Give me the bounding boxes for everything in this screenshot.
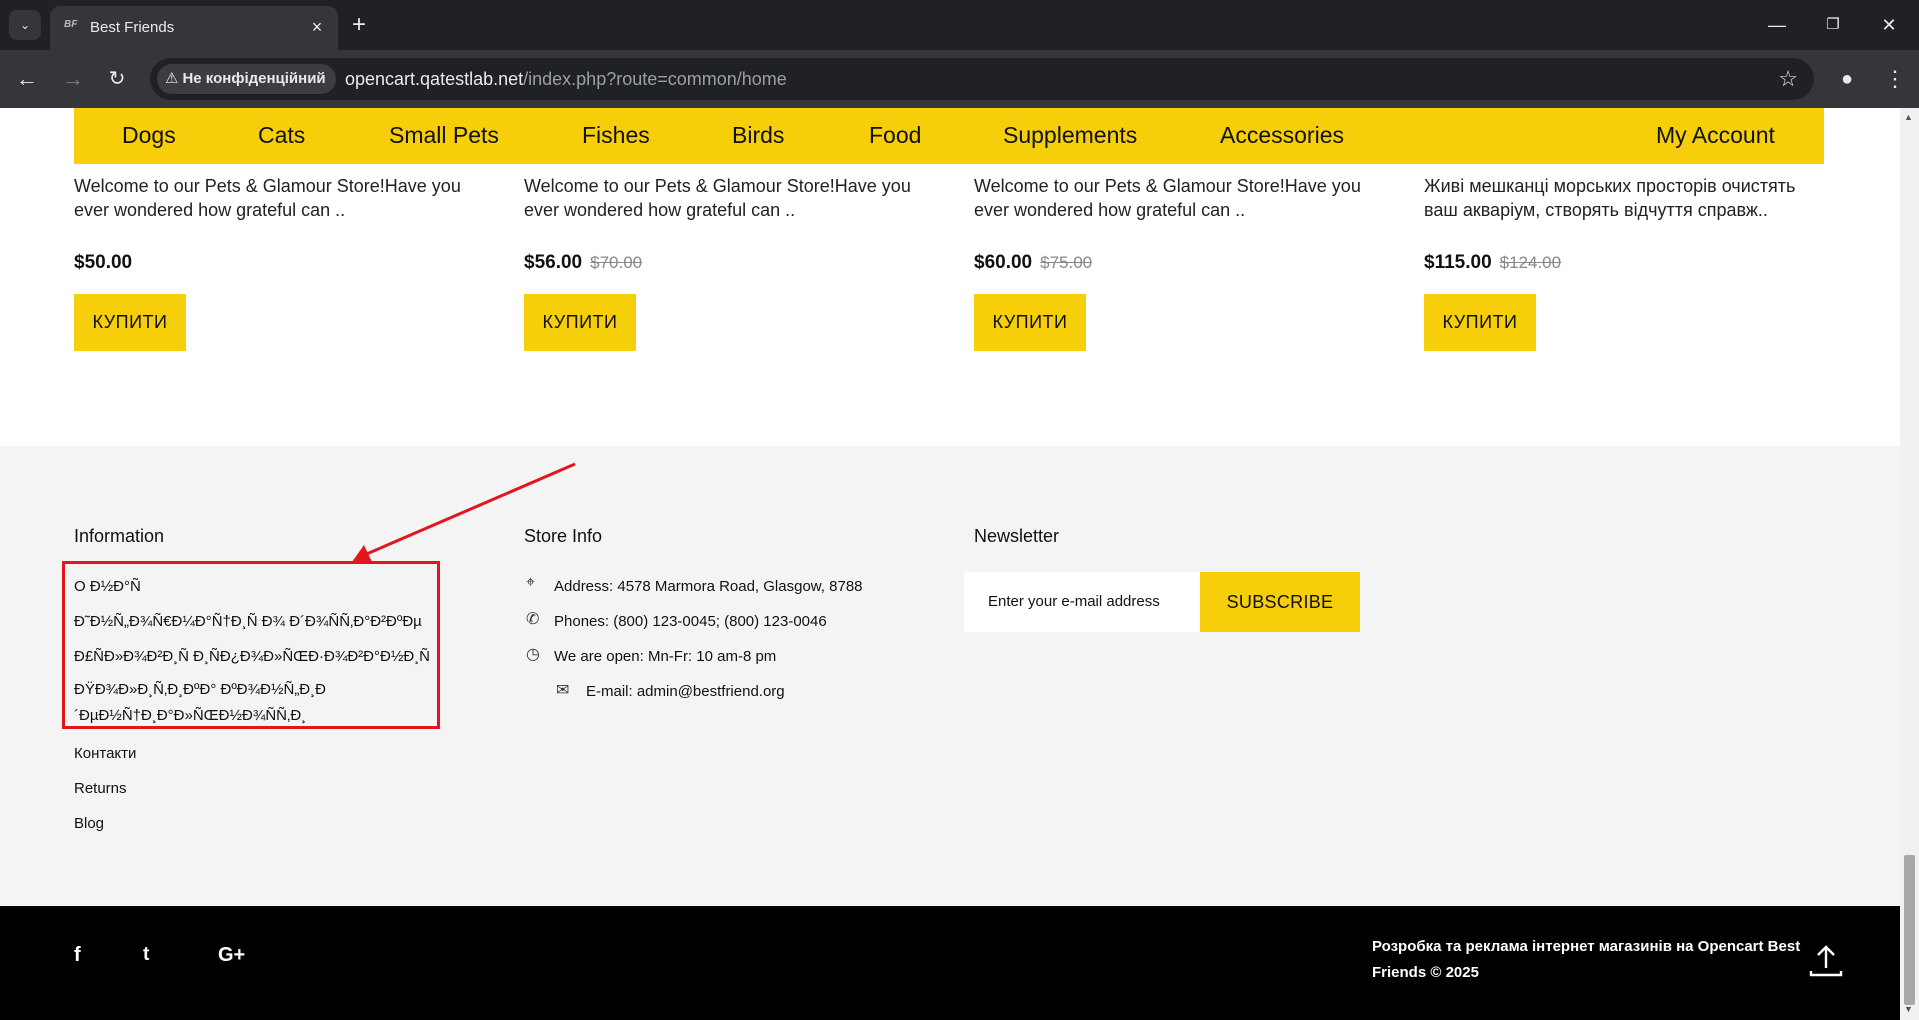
- main-navigation: Dogs Cats Small Pets Fishes Birds Food S…: [74, 108, 1824, 164]
- phone-icon: ✆: [526, 611, 540, 628]
- nav-supplements[interactable]: Supplements: [1003, 122, 1137, 149]
- bookmark-star-icon[interactable]: ☆: [1778, 66, 1798, 92]
- buy-button[interactable]: КУПИТИ: [74, 294, 186, 351]
- browser-tabbar: ⌄ BF Best Friends × + — ❐ ✕: [0, 0, 1919, 50]
- scroll-thumb[interactable]: [1904, 855, 1915, 1005]
- newsletter-email-input[interactable]: Enter your e-mail address: [964, 572, 1200, 632]
- page-viewport: Dogs Cats Small Pets Fishes Birds Food S…: [0, 108, 1900, 1020]
- facebook-icon[interactable]: f: [74, 944, 81, 967]
- scroll-up-icon[interactable]: ▲: [1904, 112, 1913, 122]
- product-card: Welcome to our Pets & Glamour Store!Have…: [524, 174, 924, 351]
- product-card: Живі мешканці морських просторів очистят…: [1424, 174, 1824, 351]
- new-tab-button[interactable]: +: [352, 12, 366, 38]
- current-price: $115.00: [1424, 252, 1492, 273]
- close-tab-icon[interactable]: ×: [306, 16, 328, 38]
- store-hours: We are open: Mn-Fr: 10 am-8 pm: [554, 648, 777, 665]
- nav-fishes[interactable]: Fishes: [582, 122, 650, 149]
- buy-button[interactable]: КУПИТИ: [524, 294, 636, 351]
- copyright-text: Розробка та реклама інтернет магазинів н…: [1372, 938, 1801, 981]
- minimize-button[interactable]: —: [1754, 8, 1800, 42]
- browser-toolbar: ← → ↻ ⚠ Не конфіденційний opencart.qatest…: [0, 50, 1919, 108]
- product-description: Живі мешканці морських просторів очистят…: [1424, 176, 1796, 220]
- product-price: $115.00 $124.00: [1424, 252, 1824, 274]
- info-link-contacts[interactable]: Контакти: [74, 745, 136, 762]
- store-phones: Phones: (800) 123-0045; (800) 123-0046: [554, 613, 827, 630]
- buy-button[interactable]: КУПИТИ: [1424, 294, 1536, 351]
- nav-dogs[interactable]: Dogs: [122, 122, 176, 149]
- url-path: /index.php?route=common/home: [523, 69, 787, 89]
- menu-icon[interactable]: ⋮: [1880, 62, 1910, 96]
- old-price: $70.00: [590, 253, 643, 272]
- buy-button[interactable]: КУПИТИ: [974, 294, 1086, 351]
- address-bar[interactable]: ⚠ Не конфіденційний opencart.qatestlab.ne…: [150, 58, 1814, 100]
- old-price: $75.00: [1040, 253, 1093, 272]
- product-card: Welcome to our Pets & Glamour Store!Have…: [974, 174, 1374, 351]
- twitter-icon[interactable]: t: [143, 944, 149, 966]
- product-description: Welcome to our Pets & Glamour Store!Have…: [74, 176, 461, 220]
- subscribe-button[interactable]: SUBSCRIBE: [1200, 572, 1360, 632]
- newsletter-title: Newsletter: [974, 526, 1060, 546]
- current-price: $56.00: [524, 252, 583, 273]
- url-text[interactable]: opencart.qatestlab.net/index.php?route=c…: [345, 69, 787, 90]
- favicon-icon: BF: [64, 19, 78, 30]
- profile-icon[interactable]: ●: [1830, 62, 1864, 96]
- scroll-to-top-icon[interactable]: [1808, 944, 1844, 980]
- info-link-returns[interactable]: Returns: [74, 780, 127, 797]
- clock-icon: ◷: [526, 646, 540, 663]
- product-description: Welcome to our Pets & Glamour Store!Have…: [974, 176, 1361, 220]
- map-pin-icon: ⌖: [526, 574, 536, 591]
- nav-birds[interactable]: Birds: [732, 122, 784, 149]
- annotation-highlight-box: [62, 561, 440, 729]
- product-price: $50.00: [74, 252, 474, 274]
- store-info-title: Store Info: [524, 526, 603, 546]
- reload-button[interactable]: ↻: [100, 62, 134, 96]
- nav-accessories[interactable]: Accessories: [1220, 122, 1344, 149]
- forward-button[interactable]: →: [56, 62, 90, 96]
- back-button[interactable]: ←: [10, 62, 44, 96]
- product-card: Welcome to our Pets & Glamour Store!Have…: [74, 174, 474, 351]
- nav-food[interactable]: Food: [869, 122, 921, 149]
- information-title: Information: [74, 526, 165, 546]
- current-price: $50.00: [74, 252, 133, 273]
- store-email[interactable]: E-mail: admin@bestfriend.org: [586, 683, 785, 700]
- nav-cats[interactable]: Cats: [258, 122, 305, 149]
- info-link-blog[interactable]: Blog: [74, 815, 104, 832]
- restore-button[interactable]: ❐: [1810, 8, 1856, 42]
- tab-search-button[interactable]: ⌄: [9, 10, 41, 40]
- google-plus-icon[interactable]: G+: [218, 944, 245, 967]
- url-host: opencart.qatestlab.net: [345, 69, 524, 89]
- nav-small-pets[interactable]: Small Pets: [389, 122, 499, 149]
- security-label: Не конфіденційний: [182, 70, 326, 87]
- product-description: Welcome to our Pets & Glamour Store!Have…: [524, 176, 911, 220]
- old-price: $124.00: [1499, 253, 1562, 272]
- nav-my-account[interactable]: My Account: [1656, 122, 1775, 149]
- close-window-button[interactable]: ✕: [1866, 8, 1912, 42]
- browser-tab[interactable]: BF Best Friends ×: [50, 6, 338, 50]
- security-chip[interactable]: ⚠ Не конфіденційний: [157, 64, 336, 94]
- page-scrollbar[interactable]: ▲ ▼: [1900, 108, 1919, 1020]
- footer-bottom-bar: f t G+ Розробка та реклама інтернет мага…: [0, 906, 1900, 1020]
- warning-icon: ⚠: [165, 70, 179, 87]
- product-price: $56.00 $70.00: [524, 252, 924, 274]
- current-price: $60.00: [974, 252, 1033, 273]
- scroll-down-icon[interactable]: ▼: [1904, 1004, 1913, 1014]
- store-address: Address: 4578 Marmora Road, Glasgow, 878…: [554, 578, 863, 595]
- mail-icon: ✉: [556, 682, 570, 699]
- product-price: $60.00 $75.00: [974, 252, 1374, 274]
- tab-title: Best Friends: [90, 19, 175, 36]
